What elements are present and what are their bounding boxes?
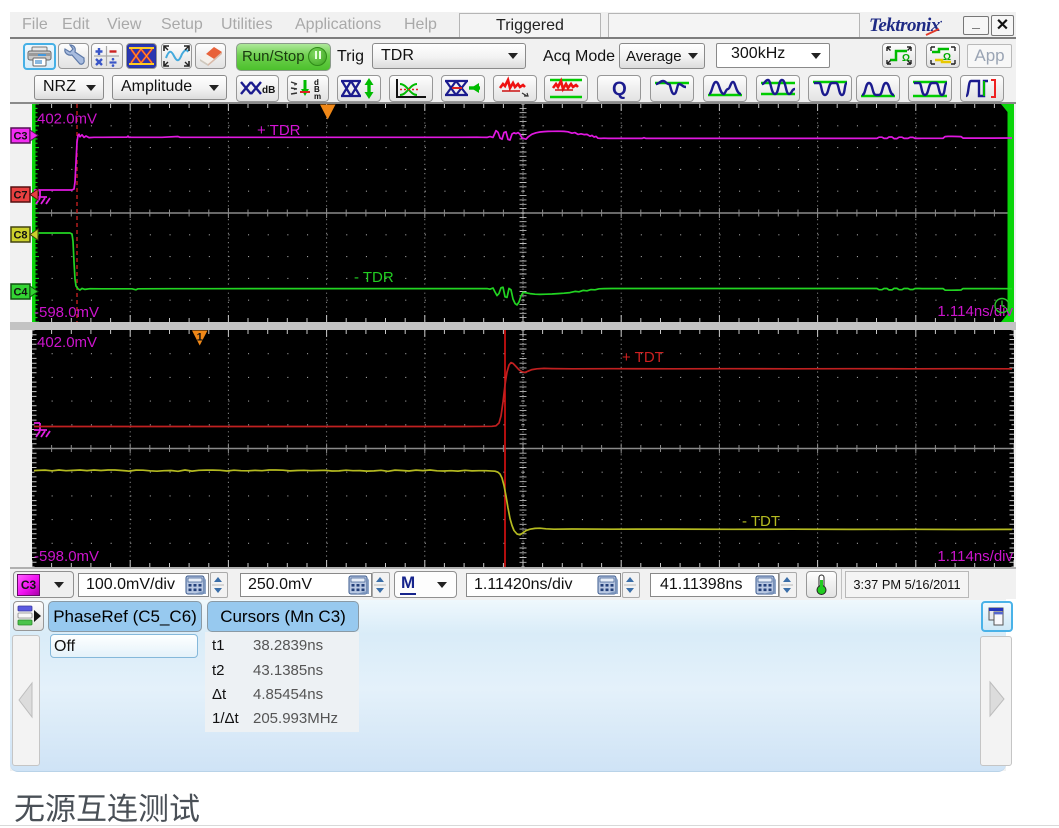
svg-text:C7: C7: [13, 190, 27, 202]
svg-text:dB: dB: [262, 85, 275, 96]
svg-text:Q: Q: [612, 79, 627, 100]
svg-text:402.0mV: 402.0mV: [37, 334, 97, 351]
svg-text:-598.0mV: -598.0mV: [34, 304, 99, 321]
svg-text:402.0mV: 402.0mV: [37, 111, 97, 128]
svg-text:m: m: [314, 92, 321, 101]
svg-text:- TDR: - TDR: [354, 269, 394, 286]
svg-text:Ω: Ω: [943, 52, 951, 63]
svg-text:C3: C3: [13, 131, 27, 143]
svg-text:C4: C4: [13, 287, 28, 299]
svg-text:1: 1: [197, 332, 203, 344]
svg-text:- TDT: - TDT: [742, 513, 780, 530]
svg-text:1.114ns/div: 1.114ns/div: [937, 548, 1013, 565]
svg-text:-598.0mV: -598.0mV: [34, 548, 99, 565]
svg-text:+ TDT: + TDT: [622, 349, 664, 366]
svg-text:+ TDR: + TDR: [257, 122, 301, 139]
svg-text:C8: C8: [13, 230, 27, 242]
